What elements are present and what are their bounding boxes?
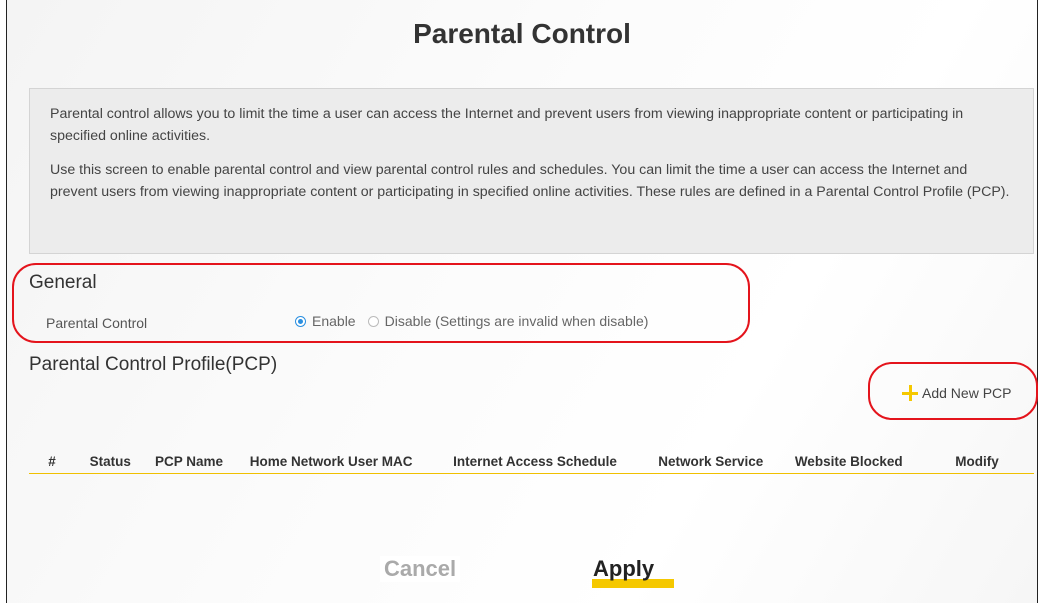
pcp-table: # Status PCP Name Home Network User MAC … xyxy=(29,448,1034,474)
general-section-title: General xyxy=(29,272,97,293)
description-paragraph-2: Use this screen to enable parental contr… xyxy=(50,162,1010,200)
enable-radio[interactable] xyxy=(295,315,306,327)
col-modify: Modify xyxy=(920,448,1034,474)
general-highlight-oval xyxy=(12,263,750,343)
page-title: Parental Control xyxy=(413,18,631,49)
pcp-table-header-row: # Status PCP Name Home Network User MAC … xyxy=(29,448,1034,474)
col-website-blocked: Website Blocked xyxy=(777,448,921,474)
add-new-pcp-button[interactable]: Add New PCP xyxy=(902,385,1011,401)
disable-label: Disable (Settings are invalid when disab… xyxy=(384,313,649,329)
col-index: # xyxy=(29,448,75,474)
pcp-section-title: Parental Control Profile(PCP) xyxy=(29,354,278,375)
add-new-pcp-label: Add New PCP xyxy=(922,385,1012,401)
col-status: Status xyxy=(75,448,146,474)
page-frame: Parental Control Parental control allows… xyxy=(6,0,1038,603)
col-network-service: Network Service xyxy=(644,448,778,474)
enable-label: Enable xyxy=(312,313,356,329)
apply-button[interactable]: Apply xyxy=(591,556,656,582)
parental-control-label: Parental Control xyxy=(46,315,148,331)
col-home-network-user-mac: Home Network User MAC xyxy=(236,448,426,474)
description-box: Parental control allows you to limit the… xyxy=(29,88,1034,254)
col-internet-access-schedule: Internet Access Schedule xyxy=(425,448,645,474)
plus-icon xyxy=(902,385,918,401)
col-pcp-name: PCP Name xyxy=(145,448,237,474)
description-paragraph-1: Parental control allows you to limit the… xyxy=(50,106,964,144)
disable-radio[interactable] xyxy=(367,315,379,327)
cancel-button[interactable]: Cancel xyxy=(380,556,461,582)
disable-option[interactable]: Disable (Settings are invalid when disab… xyxy=(367,313,649,329)
parental-control-radio-group: Enable Disable (Settings are invalid whe… xyxy=(295,313,660,329)
enable-option[interactable]: Enable xyxy=(295,313,356,329)
